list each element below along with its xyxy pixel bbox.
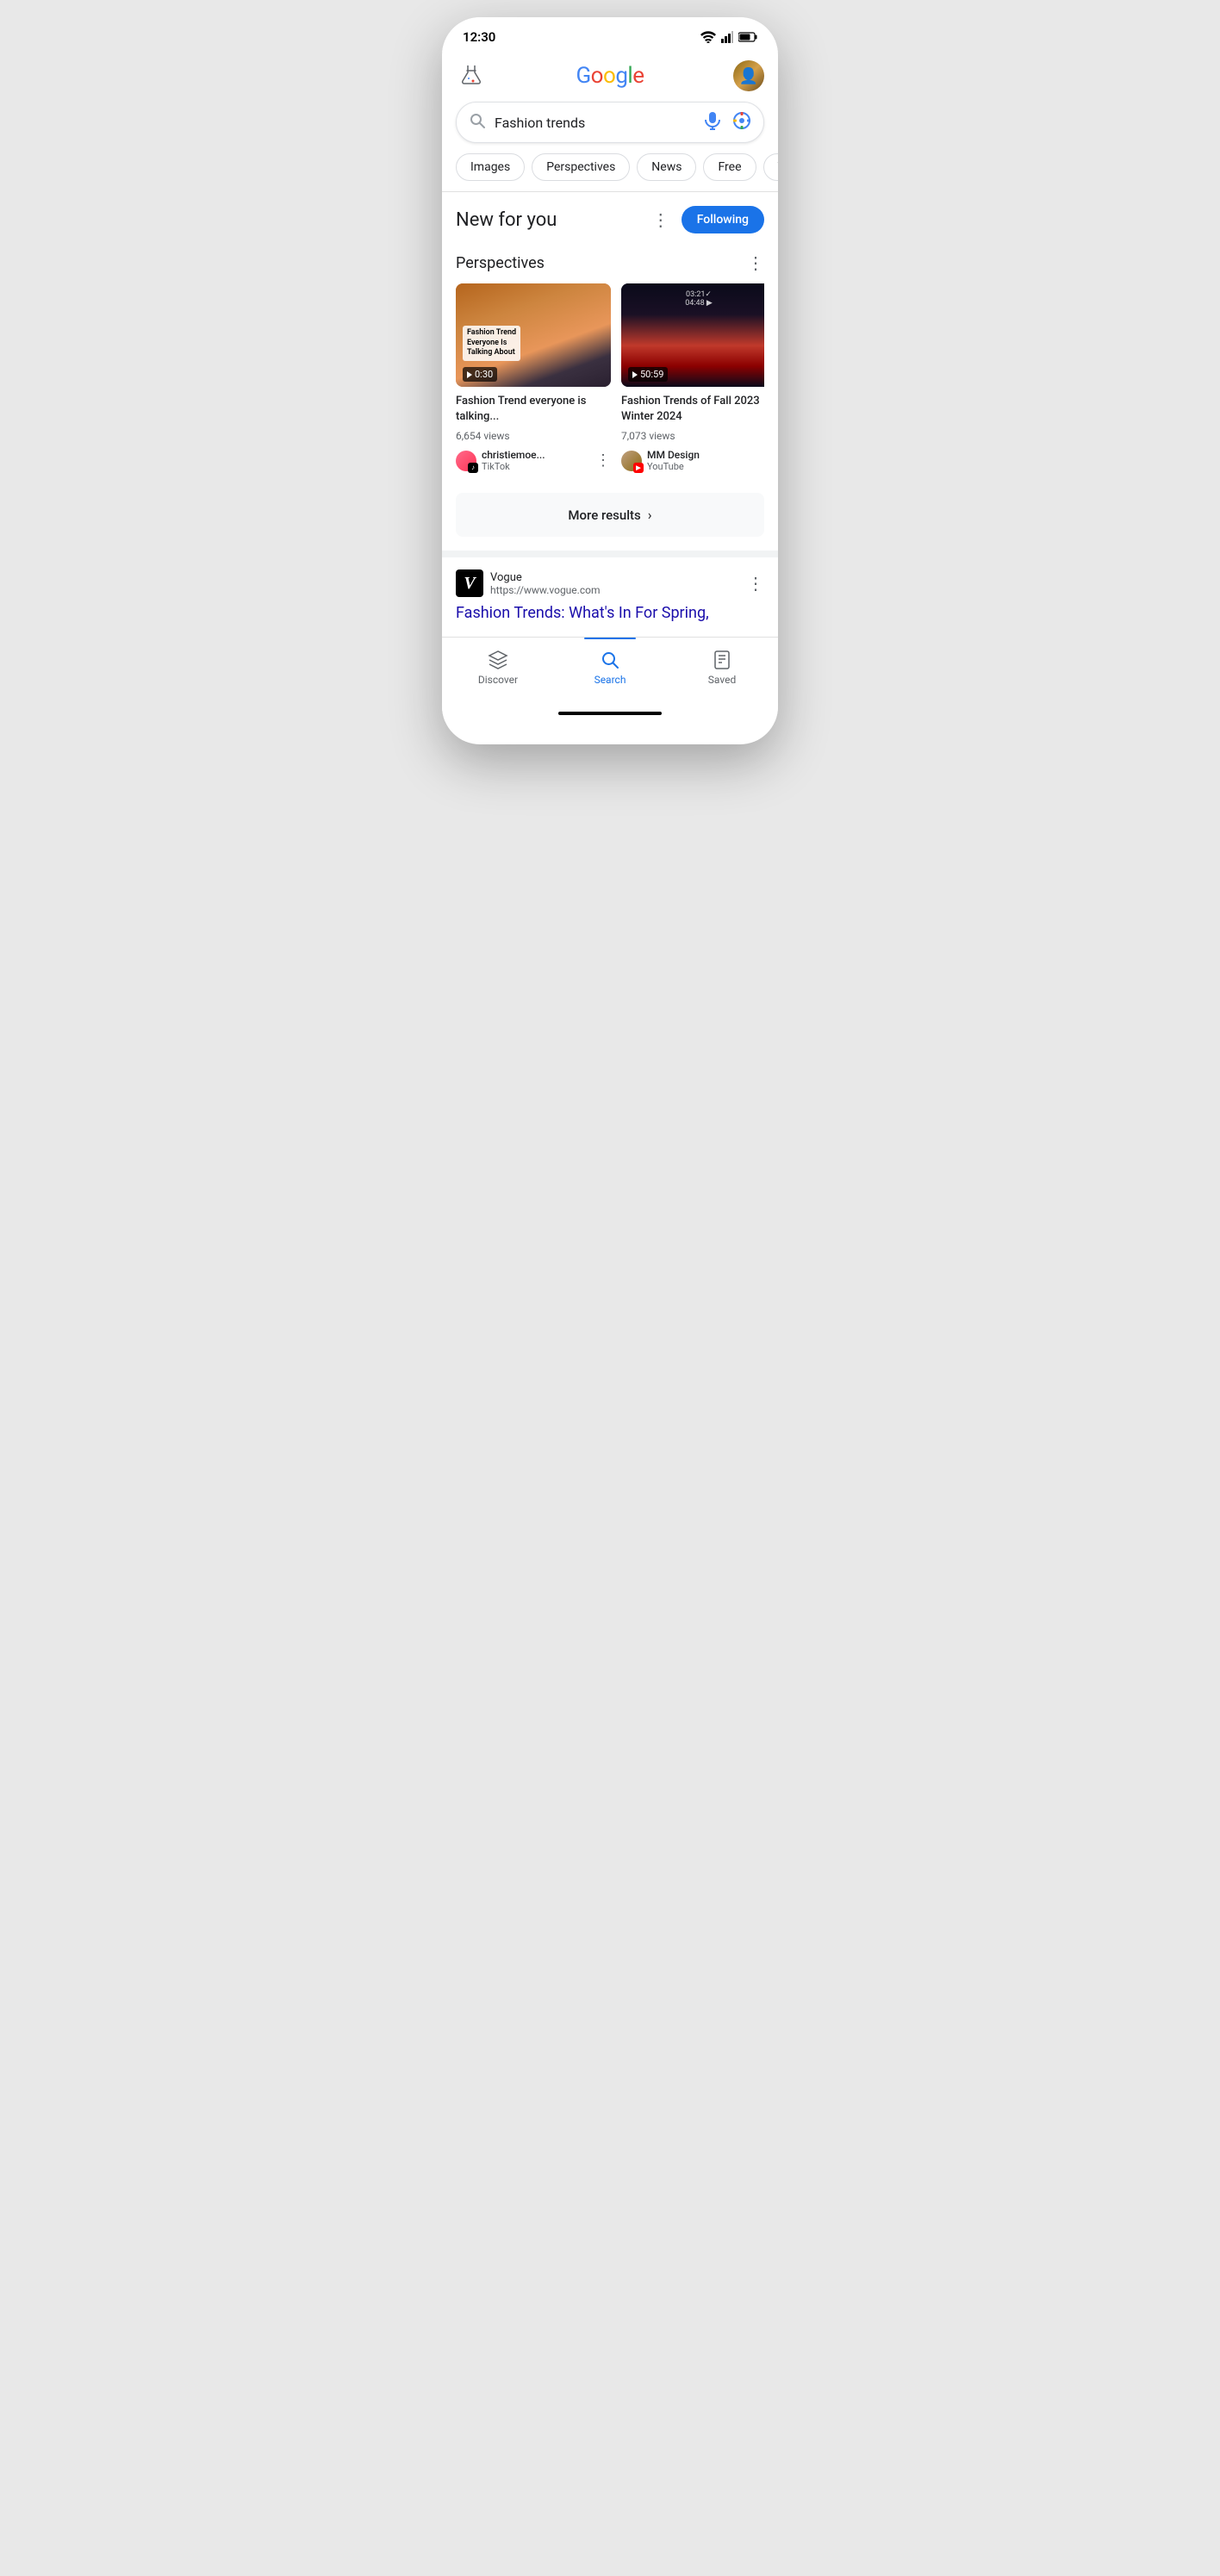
signal-icon: [721, 31, 733, 43]
video-views-1: 6,654 views: [456, 430, 611, 442]
video-duration-2: 50:59: [628, 367, 668, 382]
source-info-1: christiemoe... TikTok: [482, 449, 590, 472]
source-more-1[interactable]: ⋮: [595, 451, 611, 470]
video-title-1: Fashion Trend everyone is talking...: [456, 394, 611, 425]
tiktok-badge: ♪: [468, 463, 478, 473]
tab-perspectives[interactable]: Perspectives: [532, 153, 630, 181]
video-source-2: ▶ MM Design YouTube ⋮: [621, 449, 764, 472]
nav-item-saved[interactable]: Saved: [666, 644, 778, 691]
search-label: Search: [594, 674, 626, 686]
source-avatar-2: ▶: [621, 451, 642, 471]
tab-videos[interactable]: Videos: [763, 153, 779, 181]
following-button[interactable]: Following: [682, 206, 764, 233]
nav-item-discover[interactable]: Discover: [442, 644, 554, 691]
search-bar-container: Fashion trends: [442, 102, 778, 153]
avatar-image: 👤: [733, 60, 764, 91]
new-for-you-section: New for you ⋮ Following: [442, 192, 778, 252]
wifi-icon: [700, 31, 716, 43]
perspectives-section: Perspectives ⋮ Fashion TrendEveryone IsT…: [442, 252, 778, 486]
video-views-2: 7,073 views: [621, 430, 764, 442]
video-duration-1: 0:30: [463, 367, 497, 382]
search-query-text[interactable]: Fashion trends: [495, 115, 694, 131]
video-cards-list: Fashion TrendEveryone IsTalking About 0:…: [456, 283, 764, 476]
search-nav-icon: [600, 650, 620, 670]
labs-icon[interactable]: [456, 60, 487, 91]
new-for-you-title: New for you: [456, 209, 557, 231]
video-source-1: ♪ christiemoe... TikTok ⋮: [456, 449, 611, 472]
lens-search-button[interactable]: [732, 111, 751, 134]
result-source-info: V Vogue https://www.vogue.com: [456, 569, 600, 597]
result-more-button[interactable]: ⋮: [747, 573, 764, 594]
saved-icon: [712, 650, 732, 670]
source-name-2: MM Design: [647, 449, 756, 461]
result-source-url: https://www.vogue.com: [490, 584, 600, 596]
play-icon-2: [632, 371, 638, 378]
chevron-right-icon: ›: [648, 507, 652, 523]
perspectives-title: Perspectives: [456, 254, 545, 272]
vogue-source-icon: V: [456, 569, 483, 597]
play-icon-1: [467, 371, 472, 378]
result-source-domain: Vogue: [490, 571, 600, 584]
perspectives-more-button[interactable]: ⋮: [747, 252, 764, 273]
home-bar: [558, 712, 662, 715]
video-card-1[interactable]: Fashion TrendEveryone IsTalking About 0:…: [456, 283, 611, 472]
video-card-2[interactable]: 03:21✓04:48 ▶ 50:59 Fashion Trends of Fa…: [621, 283, 764, 472]
battery-icon: [738, 32, 757, 42]
section-divider: [442, 551, 778, 557]
bottom-navigation: Discover Search Sav: [442, 637, 778, 705]
discover-icon: [488, 650, 508, 670]
fashion-overlay-1: Fashion TrendEveryone IsTalking About: [463, 326, 520, 361]
saved-label: Saved: [708, 674, 736, 686]
voice-search-button[interactable]: [703, 111, 722, 134]
search-bar[interactable]: Fashion trends: [456, 102, 764, 143]
app-header: Google 👤: [442, 52, 778, 102]
video-thumbnail-2: 03:21✓04:48 ▶ 50:59: [621, 283, 764, 387]
source-platform-1: TikTok: [482, 461, 590, 472]
nav-active-bar: [584, 638, 636, 639]
perspectives-header: Perspectives ⋮: [456, 252, 764, 273]
result-title[interactable]: Fashion Trends: What's In For Spring,: [456, 602, 764, 624]
status-bar: 12:30: [442, 17, 778, 52]
main-content[interactable]: Google 👤 Fashion trends: [442, 52, 778, 637]
tab-free[interactable]: Free: [703, 153, 756, 181]
video-title-2: Fashion Trends of Fall 2023 Winter 2024: [621, 394, 764, 425]
phone-frame: 12:30: [442, 17, 778, 744]
google-logo: Google: [487, 63, 733, 89]
video-thumbnail-1: Fashion TrendEveryone IsTalking About 0:…: [456, 283, 611, 387]
user-avatar[interactable]: 👤: [733, 60, 764, 91]
search-result-vogue[interactable]: V Vogue https://www.vogue.com ⋮ Fashion …: [442, 557, 778, 636]
search-actions: [703, 111, 751, 134]
more-results-label: More results: [568, 507, 640, 523]
new-for-you-header: New for you ⋮ Following: [456, 206, 764, 233]
nav-item-search[interactable]: Search: [554, 644, 666, 691]
status-icons: [700, 31, 757, 43]
result-source-details: Vogue https://www.vogue.com: [490, 571, 600, 596]
source-more-2[interactable]: ⋮: [761, 451, 764, 470]
discover-label: Discover: [478, 674, 518, 686]
more-results-button[interactable]: More results ›: [456, 493, 764, 537]
timestamp-overlay-2: 03:21✓04:48 ▶: [685, 290, 713, 308]
filter-tabs: Images Perspectives News Free Videos: [442, 153, 778, 191]
status-time: 12:30: [463, 29, 495, 45]
source-name-1: christiemoe...: [482, 449, 590, 461]
new-for-you-actions: ⋮ Following: [647, 206, 764, 233]
source-info-2: MM Design YouTube: [647, 449, 756, 472]
tab-images[interactable]: Images: [456, 153, 525, 181]
result-source-row: V Vogue https://www.vogue.com ⋮: [456, 569, 764, 597]
home-indicator: [442, 705, 778, 722]
search-icon: [469, 112, 486, 133]
tab-news[interactable]: News: [637, 153, 696, 181]
source-avatar-1: ♪: [456, 451, 476, 471]
new-for-you-more-button[interactable]: ⋮: [647, 206, 675, 233]
source-platform-2: YouTube: [647, 461, 756, 472]
youtube-badge-2: ▶: [633, 463, 644, 473]
